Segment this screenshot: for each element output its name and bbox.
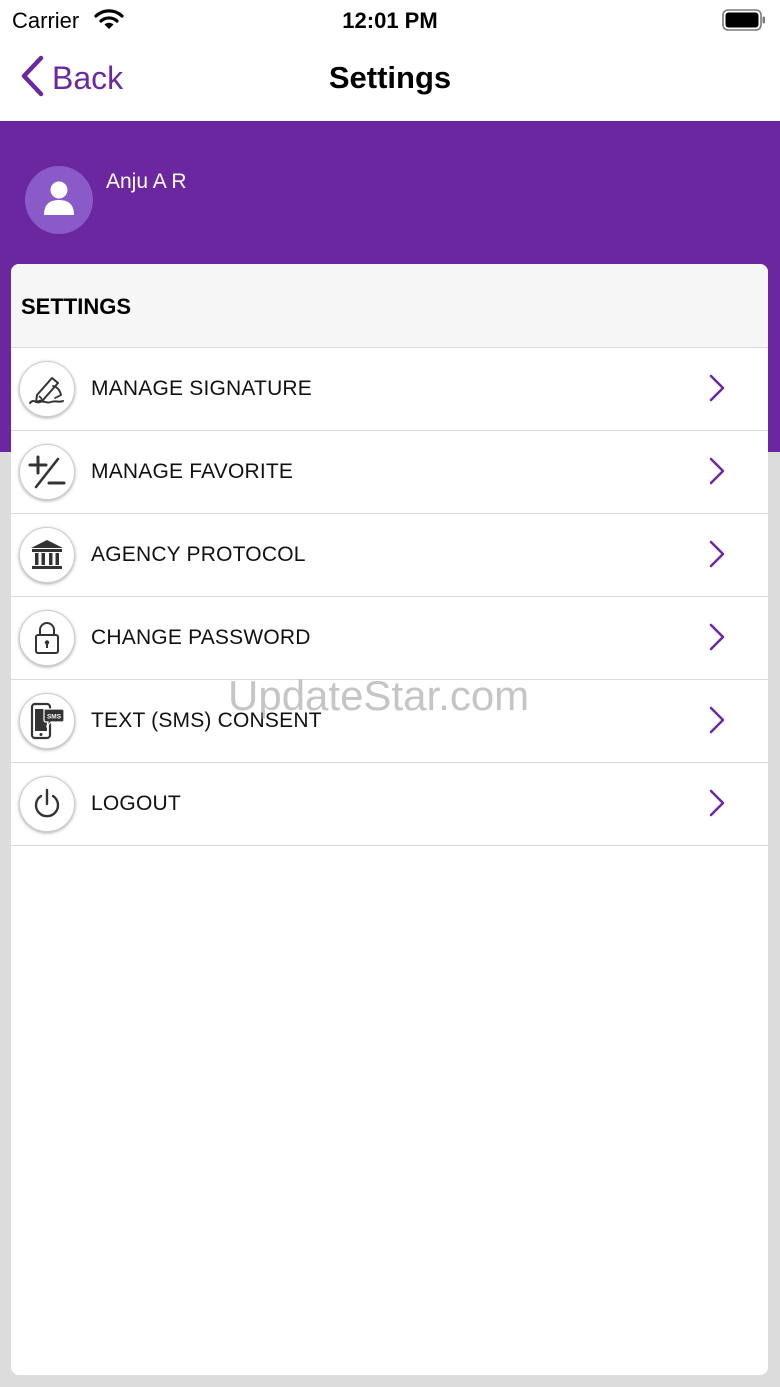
- chevron-right-icon: [708, 788, 726, 823]
- sms-phone-icon: SMS: [19, 693, 75, 749]
- menu-item-label: MANAGE SIGNATURE: [91, 377, 313, 400]
- status-time: 12:01 PM: [342, 8, 438, 33]
- bank-building-icon: [19, 527, 75, 583]
- svg-text:SMS: SMS: [47, 714, 62, 721]
- settings-card: SETTINGS MANAGE SIGNATURE MANAGE FAVORIT…: [11, 264, 768, 1375]
- user-icon: [42, 180, 76, 221]
- section-title: SETTINGS: [21, 294, 132, 319]
- menu-item-label: MANAGE FAVORITE: [91, 460, 294, 483]
- settings-header: SETTINGS: [11, 264, 768, 348]
- chevron-right-icon: [708, 539, 726, 574]
- menu-item-label: TEXT (SMS) CONSENT: [91, 709, 322, 732]
- navigation-bar: Back Settings: [0, 40, 780, 121]
- avatar: [25, 166, 93, 234]
- menu-item-label: LOGOUT: [91, 792, 181, 815]
- battery-icon: [722, 9, 766, 36]
- chevron-right-icon: [708, 373, 726, 408]
- menu-item-change-password[interactable]: CHANGE PASSWORD: [11, 597, 768, 680]
- chevron-right-icon: [708, 456, 726, 491]
- status-bar: Carrier 12:01 PM: [0, 0, 780, 40]
- menu-item-label: CHANGE PASSWORD: [91, 626, 311, 649]
- lock-icon: [19, 610, 75, 666]
- user-name: Anju A R: [106, 170, 187, 193]
- menu-item-sms-consent[interactable]: SMS TEXT (SMS) CONSENT: [11, 680, 768, 763]
- power-icon: [19, 776, 75, 832]
- chevron-right-icon: [708, 705, 726, 740]
- plus-minus-icon: [19, 444, 75, 500]
- menu-item-manage-favorite[interactable]: MANAGE FAVORITE: [11, 431, 768, 514]
- menu-item-agency-protocol[interactable]: AGENCY PROTOCOL: [11, 514, 768, 597]
- menu-item-manage-signature[interactable]: MANAGE SIGNATURE: [11, 348, 768, 431]
- signature-icon: [19, 361, 75, 417]
- menu-item-logout[interactable]: LOGOUT: [11, 763, 768, 846]
- page-title: Settings: [328, 60, 452, 95]
- menu-item-label: AGENCY PROTOCOL: [91, 543, 306, 566]
- chevron-right-icon: [708, 622, 726, 657]
